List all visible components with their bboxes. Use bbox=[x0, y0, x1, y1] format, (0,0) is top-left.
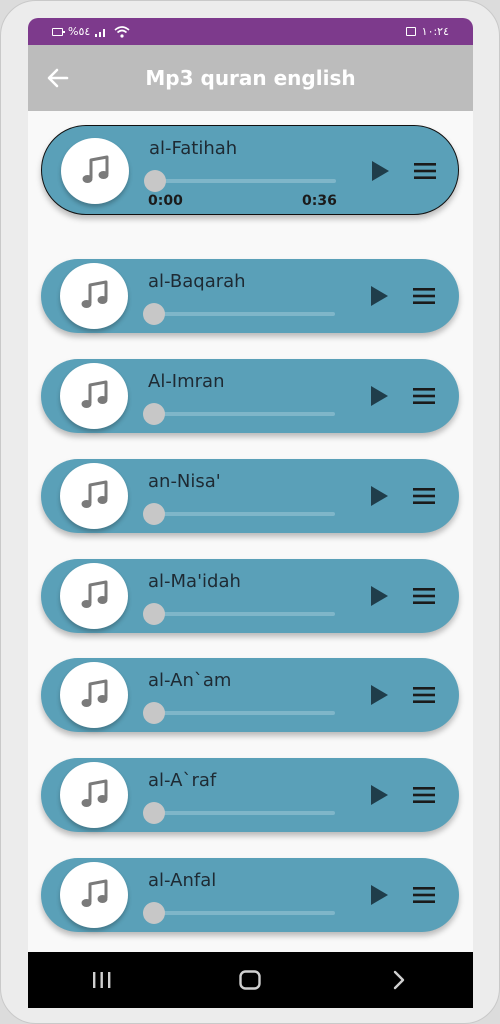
arrow-back-icon[interactable] bbox=[28, 45, 88, 111]
seek-bar[interactable] bbox=[143, 603, 335, 625]
play-icon[interactable] bbox=[368, 285, 390, 307]
play-icon[interactable] bbox=[369, 160, 391, 182]
seek-knob[interactable] bbox=[143, 702, 165, 724]
play-icon[interactable] bbox=[368, 485, 390, 507]
recents-icon[interactable] bbox=[72, 952, 132, 1008]
music-note-icon bbox=[60, 363, 128, 429]
music-note-icon bbox=[60, 263, 128, 329]
battery-level: %٥٤ bbox=[68, 25, 91, 38]
track-item[interactable]: al-Fatihah 0:00 0:36 bbox=[41, 125, 459, 215]
track-item[interactable]: al-An`am bbox=[41, 658, 459, 732]
track-title: an-Nisa' bbox=[148, 471, 221, 492]
track-title: Al-Imran bbox=[148, 371, 225, 392]
menu-icon[interactable] bbox=[411, 385, 437, 407]
seek-knob[interactable] bbox=[143, 802, 165, 824]
menu-icon[interactable] bbox=[411, 585, 437, 607]
seek-knob[interactable] bbox=[143, 603, 165, 625]
music-note-icon bbox=[60, 662, 128, 728]
seek-bar[interactable] bbox=[143, 503, 335, 525]
menu-icon[interactable] bbox=[411, 884, 437, 906]
seek-bar[interactable] bbox=[143, 802, 335, 824]
system-nav-bar bbox=[28, 952, 473, 1008]
track-item[interactable]: Al-Imran bbox=[41, 359, 459, 433]
seek-bar[interactable] bbox=[143, 702, 335, 724]
seek-knob[interactable] bbox=[143, 403, 165, 425]
track-item[interactable]: al-Ma'idah bbox=[41, 559, 459, 633]
status-right: ١٠:٢٤ bbox=[405, 25, 449, 38]
track-title: al-Baqarah bbox=[148, 271, 246, 292]
nav-back-chevron-icon[interactable] bbox=[369, 952, 429, 1008]
track-item[interactable]: al-A`raf bbox=[41, 758, 459, 832]
status-bar: %٥٤ ١٠:٢٤ bbox=[28, 18, 473, 45]
status-left: %٥٤ bbox=[52, 25, 130, 38]
menu-icon[interactable] bbox=[411, 784, 437, 806]
play-icon[interactable] bbox=[368, 385, 390, 407]
music-note-icon bbox=[60, 463, 128, 529]
music-note-icon bbox=[60, 563, 128, 629]
menu-icon[interactable] bbox=[411, 684, 437, 706]
status-time: ١٠:٢٤ bbox=[421, 25, 449, 38]
seek-knob[interactable] bbox=[144, 170, 166, 192]
seek-bar[interactable] bbox=[143, 902, 335, 924]
seek-knob[interactable] bbox=[143, 303, 165, 325]
wifi-icon bbox=[114, 25, 130, 38]
play-icon[interactable] bbox=[368, 884, 390, 906]
track-item[interactable]: al-Baqarah bbox=[41, 259, 459, 333]
screen: %٥٤ ١٠:٢٤ Mp3 quran english al-Fatihah 0… bbox=[28, 18, 473, 1008]
seek-knob[interactable] bbox=[143, 503, 165, 525]
play-icon[interactable] bbox=[368, 684, 390, 706]
track-item[interactable]: al-Anfal bbox=[41, 858, 459, 932]
track-title: al-Anfal bbox=[148, 870, 217, 891]
track-list[interactable]: al-Fatihah 0:00 0:36 al-Baqarah Al-Imran an-N… bbox=[28, 111, 473, 952]
track-title: al-An`am bbox=[148, 670, 232, 691]
music-note-icon bbox=[61, 138, 129, 204]
menu-icon[interactable] bbox=[411, 485, 437, 507]
menu-icon[interactable] bbox=[411, 285, 437, 307]
current-time: 0:00 bbox=[148, 193, 183, 209]
menu-icon[interactable] bbox=[412, 160, 438, 182]
play-icon[interactable] bbox=[368, 585, 390, 607]
seek-bar[interactable] bbox=[143, 303, 335, 325]
duration: 0:36 bbox=[302, 193, 337, 209]
phone-frame: %٥٤ ١٠:٢٤ Mp3 quran english al-Fatihah 0… bbox=[0, 0, 500, 1024]
home-icon[interactable] bbox=[220, 952, 280, 1008]
app-bar: Mp3 quran english bbox=[28, 45, 473, 111]
track-title: al-Fatihah bbox=[149, 138, 238, 159]
page-title: Mp3 quran english bbox=[145, 66, 356, 90]
track-item[interactable]: an-Nisa' bbox=[41, 459, 459, 533]
music-note-icon bbox=[60, 862, 128, 928]
seek-bar[interactable] bbox=[144, 170, 336, 192]
track-title: al-Ma'idah bbox=[148, 571, 241, 592]
photo-icon bbox=[405, 27, 416, 36]
play-icon[interactable] bbox=[368, 784, 390, 806]
seek-knob[interactable] bbox=[143, 902, 165, 924]
music-note-icon bbox=[60, 762, 128, 828]
signal-icon bbox=[95, 28, 106, 37]
battery-icon bbox=[52, 27, 65, 36]
track-title: al-A`raf bbox=[148, 770, 217, 791]
seek-bar[interactable] bbox=[143, 403, 335, 425]
